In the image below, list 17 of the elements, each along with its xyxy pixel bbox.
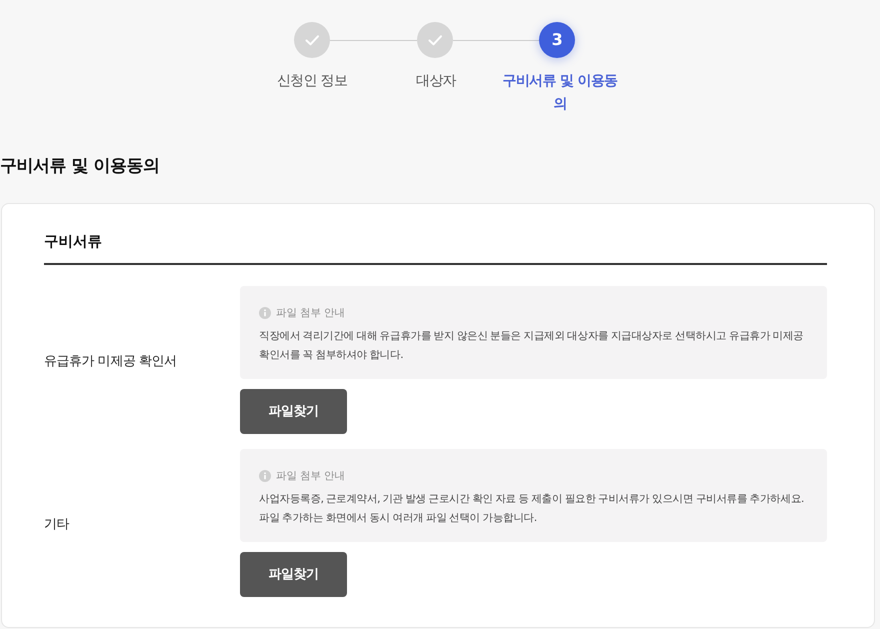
browse-file-button[interactable]: 파일찾기 [240,552,347,597]
page-title: 구비서류 및 이용동의 [0,155,160,178]
info-icon [259,470,271,482]
step-number: 3 [539,22,575,58]
notice-text: 파일 추가하는 화면에서 동시 여러개 파일 선택이 가능합니다. [259,511,538,526]
notice-text: 사업자등록증, 근로계약서, 기관 발생 근로시간 확인 자료 등 제출이 필요한 구비서류가 있으시면 구비서류를 추가하세요. [259,492,805,507]
step-label: 구비서류 및 이용동의 [502,72,618,114]
notice-title: 파일 첨부 안내 [276,469,345,484]
info-icon [259,307,271,319]
section-title: 구비서류 [44,233,102,252]
browse-file-button[interactable]: 파일찾기 [240,389,347,434]
document-label: 기타 [44,517,70,532]
step-label: 대상자 [416,72,456,91]
step-label: 신청인 정보 [276,72,348,91]
document-label: 유급휴가 미제공 확인서 [44,354,177,369]
notice-title: 파일 첨부 안내 [276,306,345,321]
notice-text: 직장에서 격리기간에 대해 유급휴가를 받지 않은신 분들은 지급제외 대상자를 지급대상자로 선택하시고 유급휴가 미제공 확인서를 꼭 첨부하셔야 합니다. [259,329,804,363]
